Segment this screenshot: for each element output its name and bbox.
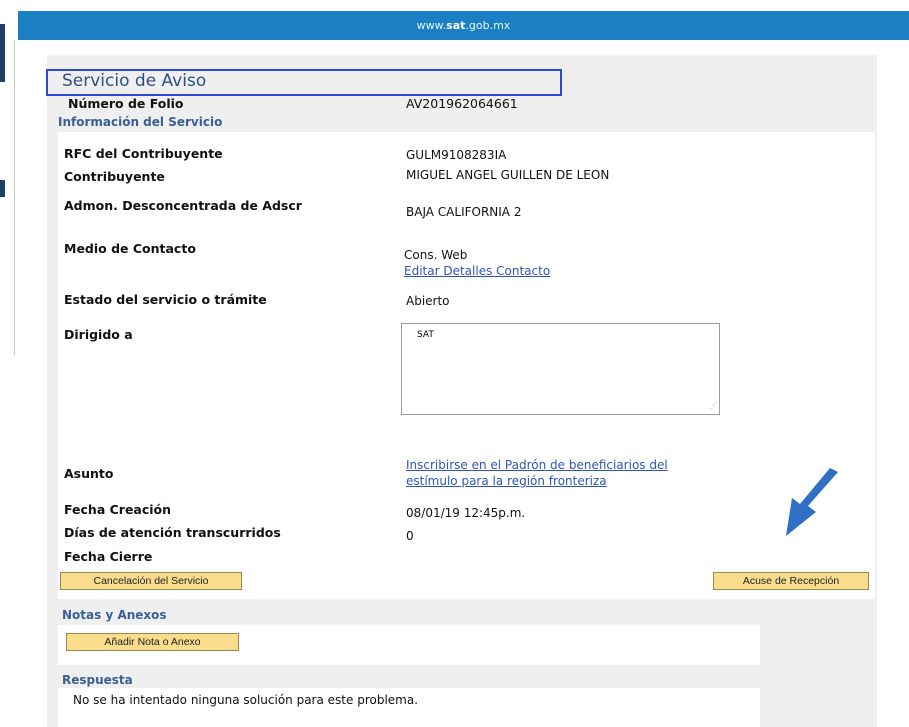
left-window-edge-top xyxy=(0,24,5,82)
dirigido-label: Dirigido a xyxy=(64,327,133,342)
rfc-value: GULM9108283IA xyxy=(406,148,507,162)
section-info-label: Información del Servicio xyxy=(58,115,223,129)
folio-value: AV201962064661 xyxy=(406,96,518,111)
acuse-recepcion-button[interactable]: Acuse de Recepción xyxy=(713,572,869,590)
medio-contacto-value: Cons. Web xyxy=(404,248,468,262)
notas-anexos-label: Notas y Anexos xyxy=(62,608,167,622)
admon-value: BAJA CALIFORNIA 2 xyxy=(406,205,522,219)
fecha-creacion-value: 08/01/19 12:45p.m. xyxy=(406,506,526,520)
dias-label: Días de atención transcurridos xyxy=(64,525,281,540)
asunto-label: Asunto xyxy=(64,466,114,481)
dirigido-textarea[interactable]: SAT xyxy=(401,323,720,415)
left-window-edge-mid xyxy=(0,180,5,197)
rfc-label: RFC del Contribuyente xyxy=(64,146,223,161)
editar-contacto-link[interactable]: Editar Detalles Contacto xyxy=(404,264,550,278)
estado-value: Abierto xyxy=(406,294,450,308)
title-highlight-box xyxy=(46,69,562,96)
resize-grip-icon[interactable]: ⋰ xyxy=(709,402,718,411)
asunto-link-line2[interactable]: estímulo para la región fronteriza xyxy=(406,474,607,488)
anadir-nota-button[interactable]: Añadir Nota o Anexo xyxy=(66,633,239,651)
respuesta-label: Respuesta xyxy=(62,673,133,687)
asunto-link-line1[interactable]: Inscribirse en el Padrón de beneficiario… xyxy=(406,458,668,472)
admon-label: Admon. Desconcentrada de Adscr xyxy=(64,198,302,213)
site-header-bar: www.sat.gob.mx xyxy=(18,11,909,40)
fecha-cierre-label: Fecha Cierre xyxy=(64,549,153,564)
site-url[interactable]: www.sat.gob.mx xyxy=(417,19,511,32)
folio-label: Número de Folio xyxy=(68,96,184,111)
medio-contacto-label: Medio de Contacto xyxy=(64,241,196,256)
estado-label: Estado del servicio o trámite xyxy=(64,292,267,307)
contribuyente-label: Contribuyente xyxy=(64,169,165,184)
contribuyente-value: MIGUEL ANGEL GUILLEN DE LEON xyxy=(406,168,610,182)
arrow-down-left-icon xyxy=(786,468,838,536)
respuesta-text: No se ha intentado ninguna solución para… xyxy=(73,693,419,707)
left-divider xyxy=(14,40,15,355)
dias-value: 0 xyxy=(406,529,414,543)
cancelacion-servicio-button[interactable]: Cancelación del Servicio xyxy=(60,572,242,590)
fecha-creacion-label: Fecha Creación xyxy=(64,502,172,517)
